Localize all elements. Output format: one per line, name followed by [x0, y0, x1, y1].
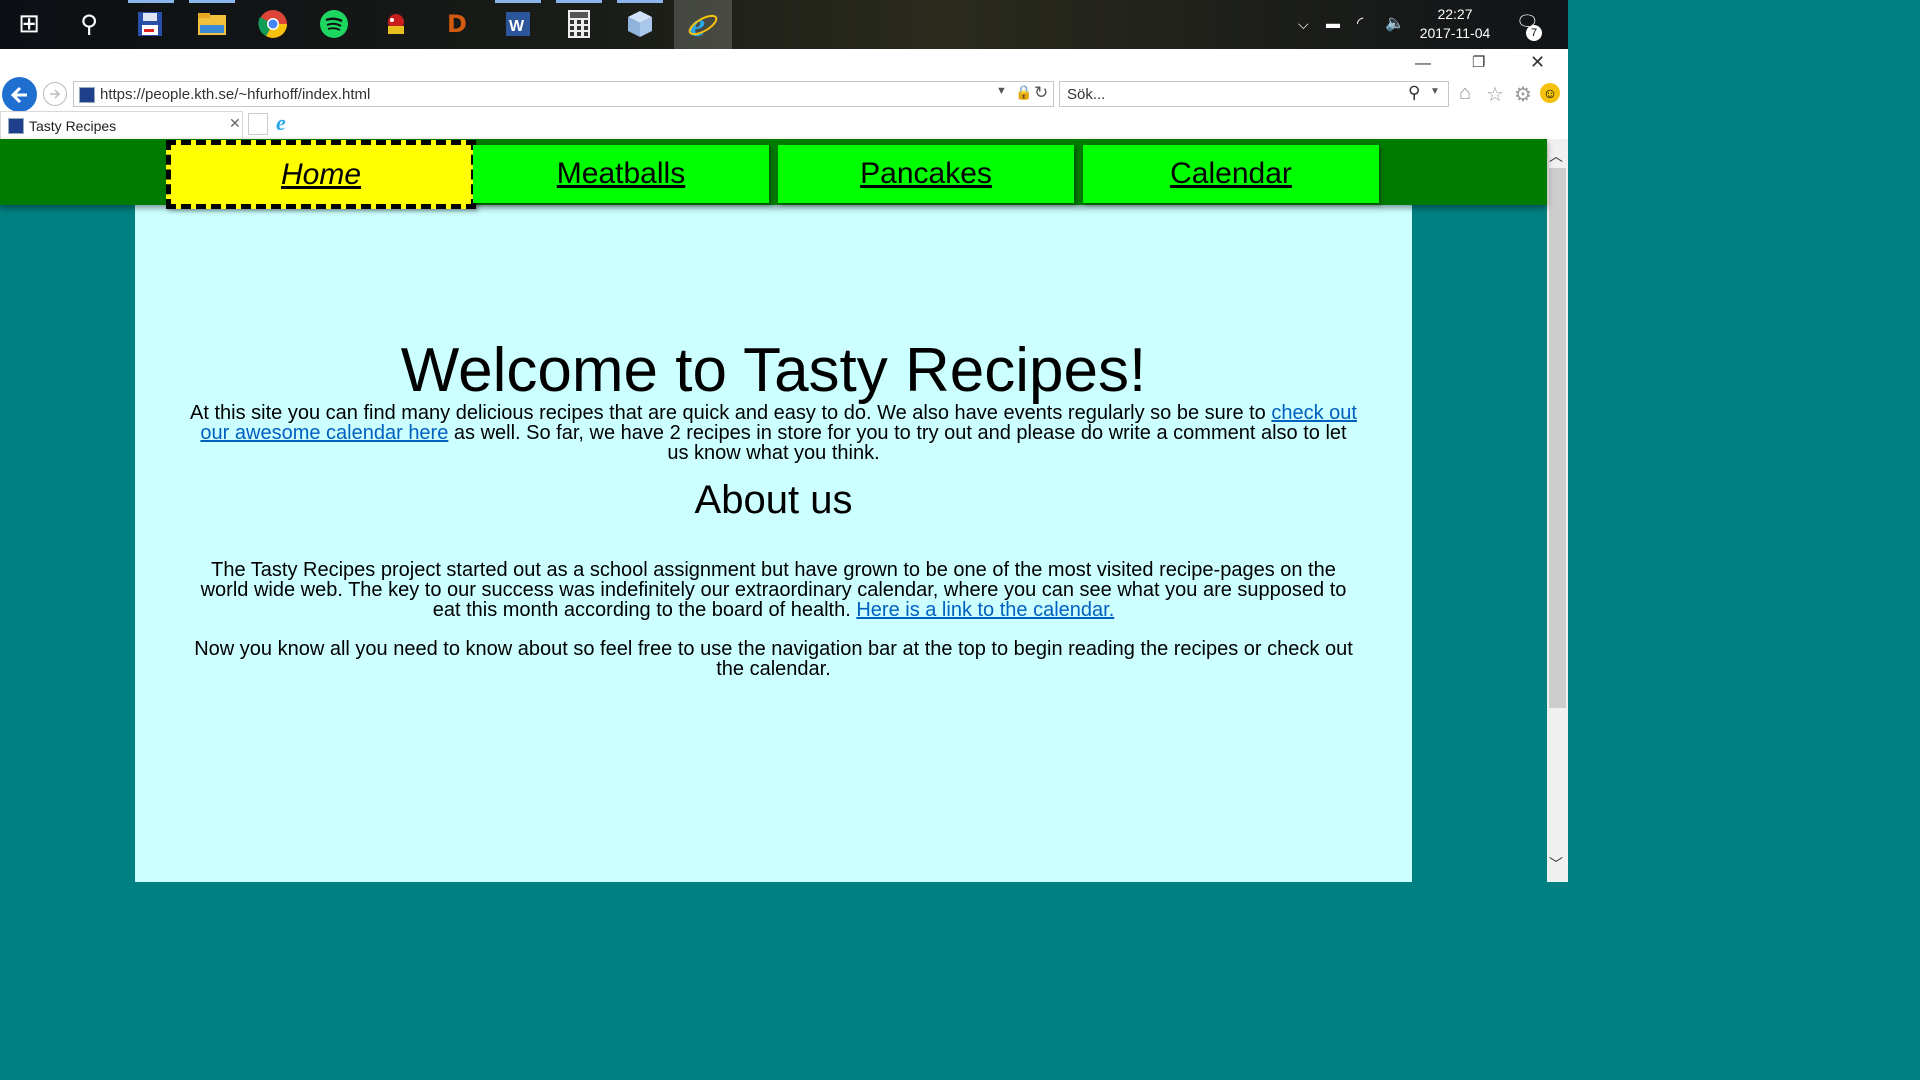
about-heading: About us: [694, 478, 853, 522]
intro-paragraph: At this site you can find many delicious…: [190, 403, 1357, 463]
windows-taskbar: ⊞ ⚲ D W e ⌵ ▬ ◜ 🔈 22:27 2017-11-04 🗨 7: [0, 0, 1568, 49]
tab-title: Tasty Recipes: [29, 118, 117, 134]
tab-favicon-icon: [8, 118, 24, 134]
lock-icon[interactable]: 🔒: [1015, 84, 1032, 101]
file-explorer-icon[interactable]: [194, 6, 230, 42]
notification-count-badge: 7: [1526, 25, 1542, 41]
browser-tab[interactable]: Tasty Recipes ✕: [0, 111, 243, 139]
site-navbar: Home Meatballs Pancakes Calendar: [0, 139, 1547, 209]
search-dropdown-icon[interactable]: ▼: [1430, 86, 1440, 97]
favorites-star-icon[interactable]: ☆: [1486, 82, 1504, 107]
intro-text-end: as well. So far, we have 2 recipes in st…: [448, 422, 1347, 464]
svg-text:W: W: [509, 18, 525, 35]
diablo-icon[interactable]: D: [439, 6, 475, 42]
running-indicator: [189, 0, 235, 3]
page-title: Welcome to Tasty Recipes!: [400, 336, 1147, 405]
cube-app-icon[interactable]: [622, 6, 658, 42]
clock-time: 22:27: [1437, 6, 1473, 22]
restore-icon[interactable]: ❐: [1472, 53, 1485, 71]
scroll-up-icon[interactable]: ︿: [1549, 146, 1563, 166]
home-icon[interactable]: ⌂: [1459, 82, 1471, 105]
url-text: https://people.kth.se/~hfurhoff/index.ht…: [100, 86, 371, 103]
nav-meatballs[interactable]: Meatballs: [473, 145, 769, 203]
minimize-icon[interactable]: —: [1415, 55, 1431, 73]
about-text: The Tasty Recipes project started out as…: [200, 559, 1347, 621]
ie-tab-icon[interactable]: e: [276, 110, 286, 136]
tab-close-icon[interactable]: ✕: [229, 115, 241, 132]
game-app-icon[interactable]: [378, 6, 414, 42]
windows-start-icon[interactable]: ⊞: [11, 6, 47, 42]
closing-paragraph: Now you know all you need to know about …: [194, 638, 1353, 680]
search-icon[interactable]: ⚲: [71, 6, 107, 42]
scrollbar-thumb[interactable]: [1549, 168, 1566, 708]
clock[interactable]: 22:27 2017-11-04: [1414, 5, 1496, 54]
forward-button[interactable]: [43, 82, 67, 106]
running-indicator: [128, 0, 174, 3]
internet-explorer-icon[interactable]: e: [674, 0, 732, 49]
running-indicator: [556, 0, 602, 3]
nav-home[interactable]: Home: [166, 140, 476, 209]
search-box[interactable]: Sök... ⚲ ▼: [1059, 81, 1449, 107]
site-favicon-icon: [79, 87, 95, 103]
spotify-icon[interactable]: [316, 6, 352, 42]
word-icon[interactable]: W: [500, 6, 536, 42]
clock-date: 2017-11-04: [1419, 25, 1491, 41]
about-paragraph: The Tasty Recipes project started out as…: [190, 560, 1357, 620]
search-icon[interactable]: ⚲: [1408, 83, 1420, 103]
search-placeholder: Sök...: [1067, 86, 1106, 103]
floppy-app-icon[interactable]: [132, 6, 168, 42]
settings-gear-icon[interactable]: ⚙: [1514, 82, 1532, 107]
calculator-icon[interactable]: [561, 6, 597, 42]
feedback-smiley-icon[interactable]: ☺: [1540, 83, 1560, 103]
scroll-down-icon[interactable]: ﹀: [1549, 854, 1563, 874]
running-indicator: [617, 0, 663, 3]
address-dropdown-icon[interactable]: ▼: [996, 85, 1007, 97]
back-button[interactable]: [2, 77, 37, 112]
calendar-link-2[interactable]: Here is a link to the calendar.: [856, 599, 1114, 621]
nav-calendar[interactable]: Calendar: [1083, 145, 1379, 203]
close-icon[interactable]: ✕: [1530, 52, 1545, 73]
new-tab-icon[interactable]: [248, 113, 268, 135]
refresh-icon[interactable]: ↻: [1034, 83, 1048, 103]
nav-pancakes[interactable]: Pancakes: [778, 145, 1074, 203]
intro-text: At this site you can find many delicious…: [190, 402, 1272, 424]
chrome-icon[interactable]: [255, 6, 291, 42]
address-bar[interactable]: https://people.kth.se/~hfurhoff/index.ht…: [73, 81, 1054, 107]
running-indicator: [495, 0, 541, 3]
page-content: Welcome to Tasty Recipes! At this site y…: [135, 205, 1412, 882]
